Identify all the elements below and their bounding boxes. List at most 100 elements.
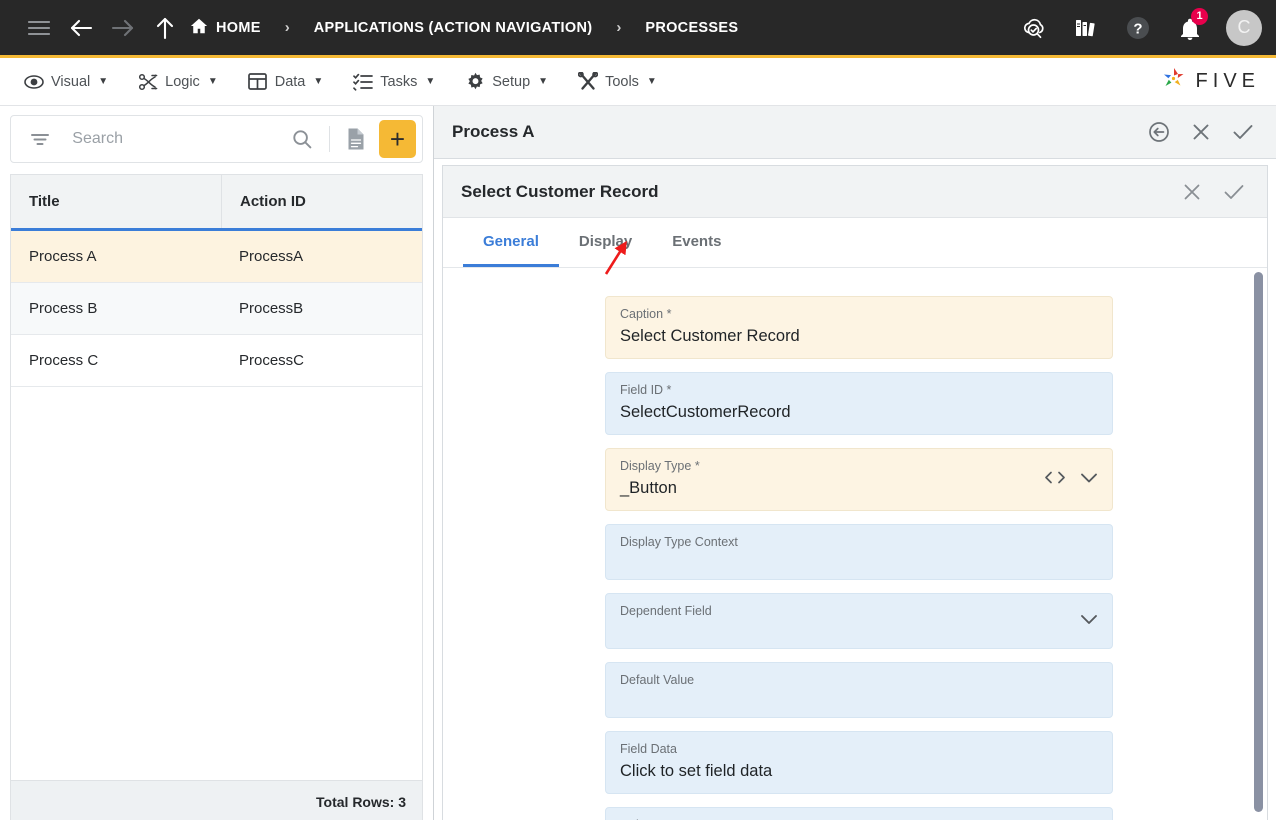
menu-label: Setup — [492, 73, 531, 90]
field-label: Dependent Field — [620, 604, 712, 618]
field-label: Field ID * — [620, 383, 672, 397]
field-caption[interactable]: Caption * Select Customer Record — [605, 296, 1113, 359]
back-arrow-icon[interactable] — [60, 8, 102, 48]
field-value: _Button — [620, 479, 677, 497]
field-label: Caption * — [620, 307, 672, 321]
chevron-down-icon: ▼ — [646, 76, 657, 87]
search-input[interactable] — [62, 130, 280, 148]
search-box[interactable]: + — [10, 115, 423, 163]
breadcrumb-separator: › — [284, 19, 290, 36]
menu-item-tools[interactable]: Tools ▼ — [570, 58, 679, 105]
books-icon[interactable] — [1062, 6, 1110, 50]
eye-icon — [24, 72, 44, 92]
cell-action-id: ProcessB — [239, 300, 304, 317]
breadcrumb-item-applications[interactable]: APPLICATIONS (ACTION NAVIGATION) — [310, 20, 597, 36]
process-list-panel: + Title Action ID Process A ProcessA Pro… — [0, 106, 434, 820]
search-icon[interactable] — [285, 122, 318, 156]
filter-icon[interactable] — [23, 122, 56, 156]
chevron-down-icon: ▼ — [98, 76, 109, 87]
column-header-action-id[interactable]: Action ID — [221, 175, 422, 228]
menu-label: Visual — [51, 73, 91, 90]
field-default-value[interactable]: Default Value — [605, 662, 1113, 718]
field-icon-group — [1080, 612, 1098, 630]
field-display-type-context[interactable]: Display Type Context — [605, 524, 1113, 580]
field-editor-tabs: General Display Events — [443, 218, 1267, 268]
detail-panel: Process A Select Customer Record General… — [434, 106, 1276, 820]
user-avatar[interactable]: C — [1226, 9, 1262, 46]
toolbar-divider — [328, 126, 330, 152]
forward-arrow-icon[interactable] — [102, 8, 144, 48]
tab-events[interactable]: Events — [652, 218, 741, 267]
svg-text:?: ? — [1133, 20, 1142, 37]
table-row[interactable]: Process C ProcessC — [11, 335, 422, 387]
breadcrumb-item-processes[interactable]: PROCESSES — [641, 20, 742, 36]
menu-item-logic[interactable]: Logic ▼ — [130, 58, 240, 105]
menu-item-setup[interactable]: Setup ▼ — [457, 58, 570, 105]
search-toolbar: + — [0, 106, 433, 171]
table-row[interactable]: Process B ProcessB — [11, 283, 422, 335]
breadcrumb-label: APPLICATIONS (ACTION NAVIGATION) — [313, 19, 593, 36]
home-icon — [190, 17, 208, 39]
breadcrumb-label: PROCESSES — [645, 19, 739, 36]
menu-item-tasks[interactable]: Tasks ▼ — [345, 58, 457, 105]
close-icon[interactable] — [1180, 111, 1222, 153]
field-display-type[interactable]: Display Type * _Button — [605, 448, 1113, 511]
form-fields: Caption * Select Customer Record Field I… — [605, 296, 1113, 820]
code-icon[interactable] — [1044, 470, 1066, 489]
chevron-down-icon: ▼ — [207, 76, 218, 87]
form-scroll-area: Caption * Select Customer Record Field I… — [443, 268, 1267, 820]
help-icon[interactable]: ? — [1114, 6, 1162, 50]
nodes-icon — [138, 72, 158, 92]
breadcrumb-item-home[interactable]: HOME — [186, 17, 265, 39]
field-value: SelectCustomerRecord — [620, 403, 791, 421]
topbar-left-group: HOME › APPLICATIONS (ACTION NAVIGATION) … — [18, 8, 1010, 48]
table-row[interactable]: Process A ProcessA — [11, 231, 422, 283]
up-arrow-icon[interactable] — [144, 8, 186, 48]
menu-item-data[interactable]: Data ▼ — [240, 58, 346, 105]
hamburger-menu-icon[interactable] — [18, 8, 60, 48]
chevron-down-icon[interactable] — [1080, 471, 1098, 489]
checklist-icon — [353, 72, 374, 92]
chevron-down-icon: ▼ — [538, 76, 549, 87]
field-help-text[interactable]: Help Text Click to add — [605, 807, 1113, 820]
menu-label: Data — [274, 73, 306, 90]
check-icon[interactable] — [1213, 171, 1255, 213]
field-icon-group — [1044, 470, 1098, 489]
check-icon[interactable] — [1222, 111, 1264, 153]
gear-icon — [465, 72, 485, 92]
menu-item-visual[interactable]: Visual ▼ — [16, 58, 130, 105]
cloud-check-icon[interactable] — [1010, 6, 1058, 50]
table-footer-total-rows: Total Rows: 3 — [10, 780, 423, 820]
tools-icon — [578, 72, 599, 92]
field-field-id[interactable]: Field ID * SelectCustomerRecord — [605, 372, 1113, 435]
panel-header: Process A — [434, 106, 1276, 159]
process-table: Title Action ID Process A ProcessA Proce… — [10, 174, 423, 780]
chevron-down-icon: ▼ — [425, 76, 436, 87]
five-pinwheel-icon — [1159, 65, 1189, 98]
cell-title: Process B — [29, 300, 98, 317]
chevron-down-icon[interactable] — [1080, 612, 1098, 630]
tab-general[interactable]: General — [463, 218, 559, 267]
menu-label: Tasks — [380, 73, 418, 90]
column-header-title[interactable]: Title — [11, 193, 221, 210]
page-title: Process A — [452, 122, 535, 141]
close-icon[interactable] — [1171, 171, 1213, 213]
breadcrumb-label: HOME — [216, 19, 261, 36]
field-field-data[interactable]: Field Data Click to set field data — [605, 731, 1113, 794]
scrollbar-thumb[interactable] — [1254, 272, 1263, 812]
chevron-down-icon: ▼ — [313, 76, 324, 87]
tab-display[interactable]: Display — [559, 218, 652, 267]
add-process-button[interactable]: + — [378, 120, 417, 158]
cell-title: Process A — [29, 248, 97, 265]
field-value: Click to set field data — [620, 762, 773, 780]
menu-label: Tools — [605, 73, 639, 90]
notification-badge: 1 — [1191, 7, 1208, 25]
document-icon[interactable] — [340, 122, 373, 156]
notifications-bell-icon[interactable]: 1 — [1166, 6, 1214, 50]
table-icon — [248, 72, 268, 92]
cell-action-id: ProcessA — [239, 248, 304, 265]
field-dependent-field[interactable]: Dependent Field — [605, 593, 1113, 649]
field-label: Default Value — [620, 673, 695, 687]
form-scrollbar[interactable] — [1251, 268, 1265, 820]
back-circle-icon[interactable] — [1138, 111, 1180, 153]
